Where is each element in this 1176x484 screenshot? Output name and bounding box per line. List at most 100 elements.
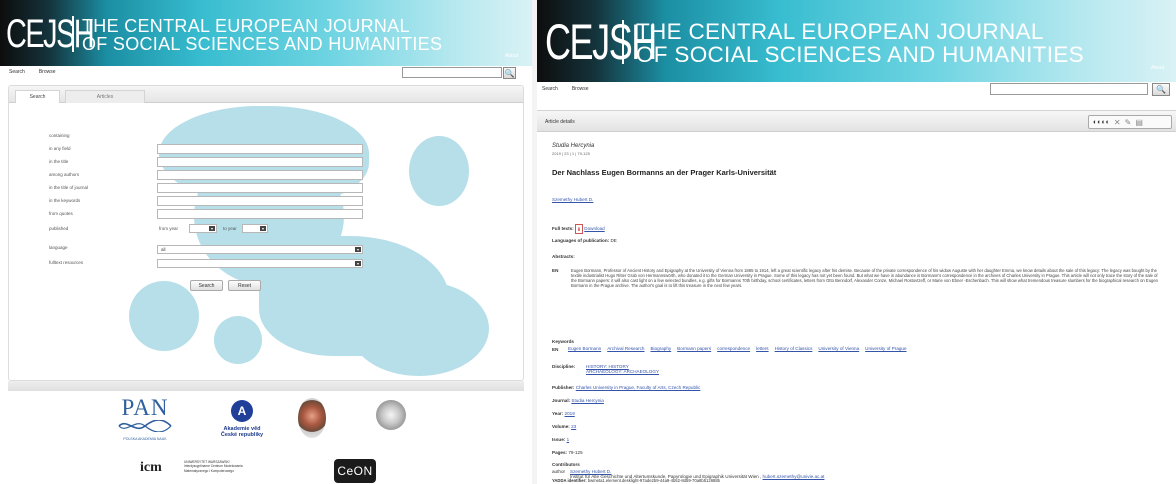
issue-label: Issue: <box>552 437 566 442</box>
academy-line2: České republiky <box>220 432 264 438</box>
year-link[interactable]: 2019 <box>565 411 575 416</box>
journal-title-line1: THE CENTRAL EUROPEAN JOURNAL <box>636 19 1044 44</box>
volume-link[interactable]: 23 <box>571 424 576 429</box>
authors-input[interactable] <box>157 170 363 180</box>
journal-title: THE CENTRAL EUROPEAN JOURNAL OF SOCIAL S… <box>636 19 1084 67</box>
font-size-icon[interactable]: ◐◐◐◐ <box>1093 119 1110 126</box>
title-input[interactable] <box>157 157 363 167</box>
label-from-quotes: from quotes <box>49 211 73 216</box>
about-link[interactable]: About <box>505 53 518 59</box>
keyword-link[interactable]: letters <box>756 346 769 351</box>
contributors-label: Contributors <box>552 462 580 467</box>
label-published: published <box>49 226 69 231</box>
journal-link[interactable]: Studia Hercynia <box>571 398 603 403</box>
contrib-role: author <box>552 469 566 474</box>
full-texts-label: Full texts: <box>552 226 574 232</box>
label-journal-title: in the title of journal <box>49 185 89 190</box>
about-link[interactable]: About <box>1151 65 1164 71</box>
abstract-lang: EN <box>552 268 559 273</box>
academy-logo[interactable]: A Akademie věd České republiky <box>208 400 276 438</box>
keyword-link[interactable]: correspondence <box>717 346 750 351</box>
author-link[interactable]: Szemethy Hubert D. <box>552 197 593 202</box>
publisher-label: Publisher: <box>552 385 575 390</box>
search-icon[interactable]: 🔍 <box>1152 83 1170 96</box>
label-from-year: from year <box>159 226 179 231</box>
keywords-label: Keywords <box>552 339 574 344</box>
language-code: DE <box>610 238 617 243</box>
search-input[interactable] <box>402 67 502 78</box>
journal-title-input[interactable] <box>157 183 363 193</box>
keyword-link[interactable]: History of Classics <box>775 346 813 351</box>
pan-logo-text: PAN <box>121 395 169 420</box>
pdf-icon[interactable]: ⬇ <box>574 224 583 234</box>
search-page: CEJSH THE CENTRAL EUROPEAN JOURNAL OF SO… <box>0 0 532 484</box>
any-field-input[interactable] <box>157 144 363 154</box>
print-icon[interactable]: ▤ <box>1135 118 1143 127</box>
edit-icon[interactable]: ✎ <box>1125 118 1132 127</box>
nav-browse[interactable]: Browse <box>39 69 56 75</box>
identifier-value: bwmeta1.element.desklight-97ade2b9-44a9-… <box>587 478 721 483</box>
article-toolbar: ◐◐◐◐ ✕ ✎ ▤ <box>1088 115 1172 129</box>
keywords-list: Eugen Bormann Archival Research Biograph… <box>568 346 907 351</box>
article-details-label: Article details <box>545 119 575 125</box>
chevron-down-icon: ▾ <box>355 247 361 252</box>
publisher-link[interactable]: Charles University in Prague, Faculty of… <box>576 385 701 390</box>
language-select[interactable]: all ▾ <box>157 245 363 254</box>
search-panel: Search Articles containing in any field … <box>8 85 524 381</box>
issue-link[interactable]: 1 <box>567 437 570 442</box>
journal-banner: CEJSH THE CENTRAL EUROPEAN JOURNAL OF SO… <box>537 0 1176 82</box>
pan-logo[interactable]: PAN POLSKA AKADEMIA NAUK <box>110 395 180 441</box>
icm-logo[interactable]: icm UNIWERSYTET WARSZAWSKI Interdyscypli… <box>140 458 286 478</box>
article-details-page: CEJSH THE CENTRAL EUROPEAN JOURNAL OF SO… <box>537 0 1176 484</box>
identifier-label: YADDA identifier: <box>552 478 587 483</box>
label-to-year: to year <box>223 226 237 231</box>
email-link[interactable]: hubert.szemethy@univie.ac.at <box>763 474 825 479</box>
pages-row: Pages: 79-125 <box>552 450 583 455</box>
academy-a-icon: A <box>231 400 253 422</box>
journal-banner: CEJSH THE CENTRAL EUROPEAN JOURNAL OF SO… <box>0 0 532 66</box>
logo-divider <box>622 20 624 64</box>
journal-title-line2: OF SOCIAL SCIENCES AND HUMANITIES <box>636 41 1084 67</box>
languages-label: Languages of publication: <box>552 238 610 243</box>
series-name: Studia Hercynia <box>552 143 595 149</box>
tab-articles[interactable]: Articles <box>65 90 145 103</box>
reset-button[interactable]: Reset <box>228 280 261 291</box>
to-year-select[interactable]: ▾ <box>242 224 268 233</box>
search-input[interactable] <box>990 83 1148 95</box>
keyword-link[interactable]: Archival Research <box>607 346 644 351</box>
logo-divider <box>72 16 74 52</box>
keyword-link[interactable]: Biography <box>650 346 671 351</box>
chevron-down-icon: ▾ <box>355 261 361 266</box>
icm-caption: UNIWERSYTET WARSZAWSKI Interdyscyplinarn… <box>184 460 284 473</box>
university-seal-icon[interactable] <box>298 398 326 438</box>
share-icon[interactable]: ✕ <box>1114 118 1121 127</box>
quotes-input[interactable] <box>157 209 363 219</box>
keyword-link[interactable]: University of Vienna <box>818 346 859 351</box>
ceon-logo[interactable]: CeON <box>334 459 376 483</box>
pages-value: 79-125 <box>568 450 583 455</box>
charles-university-seal-icon[interactable] <box>376 400 406 430</box>
nav-browse[interactable]: Browse <box>572 86 589 92</box>
cejsh-logo[interactable]: CEJSH <box>6 14 95 54</box>
panel-footer-bar <box>8 381 524 391</box>
tab-search[interactable]: Search <box>15 90 60 103</box>
fulltext-select[interactable]: ▾ <box>157 259 363 268</box>
journal-row: Journal: Studia Hercynia <box>552 398 604 403</box>
article-title: Der Nachlass Eugen Bormanns an der Prage… <box>552 168 777 177</box>
nav-search[interactable]: Search <box>9 69 25 75</box>
keyword-link[interactable]: Bormann papers <box>677 346 711 351</box>
chevron-down-icon: ▾ <box>209 226 215 231</box>
keywords-input[interactable] <box>157 196 363 206</box>
keyword-link[interactable]: University of Prague <box>865 346 906 351</box>
icm-line3: Matematycznego i Komputerowego <box>184 468 234 473</box>
article-details-bar: Article details ◐◐◐◐ ✕ ✎ ▤ <box>537 110 1176 132</box>
nav-search[interactable]: Search <box>542 86 558 92</box>
search-icon[interactable]: 🔍 <box>503 67 516 79</box>
discipline-link[interactable]: ARCHAEOLOGY: ARCHAEOLOGY <box>586 369 659 374</box>
from-year-select[interactable]: ▾ <box>189 224 217 233</box>
search-button[interactable]: Search <box>190 280 223 291</box>
download-link[interactable]: Download <box>584 226 604 231</box>
abstract-text: Eugen Bormann, Professor of Ancient Hist… <box>571 268 1159 288</box>
journal-title: THE CENTRAL EUROPEAN JOURNAL OF SOCIAL S… <box>82 17 442 53</box>
keyword-link[interactable]: Eugen Bormann <box>568 346 601 351</box>
